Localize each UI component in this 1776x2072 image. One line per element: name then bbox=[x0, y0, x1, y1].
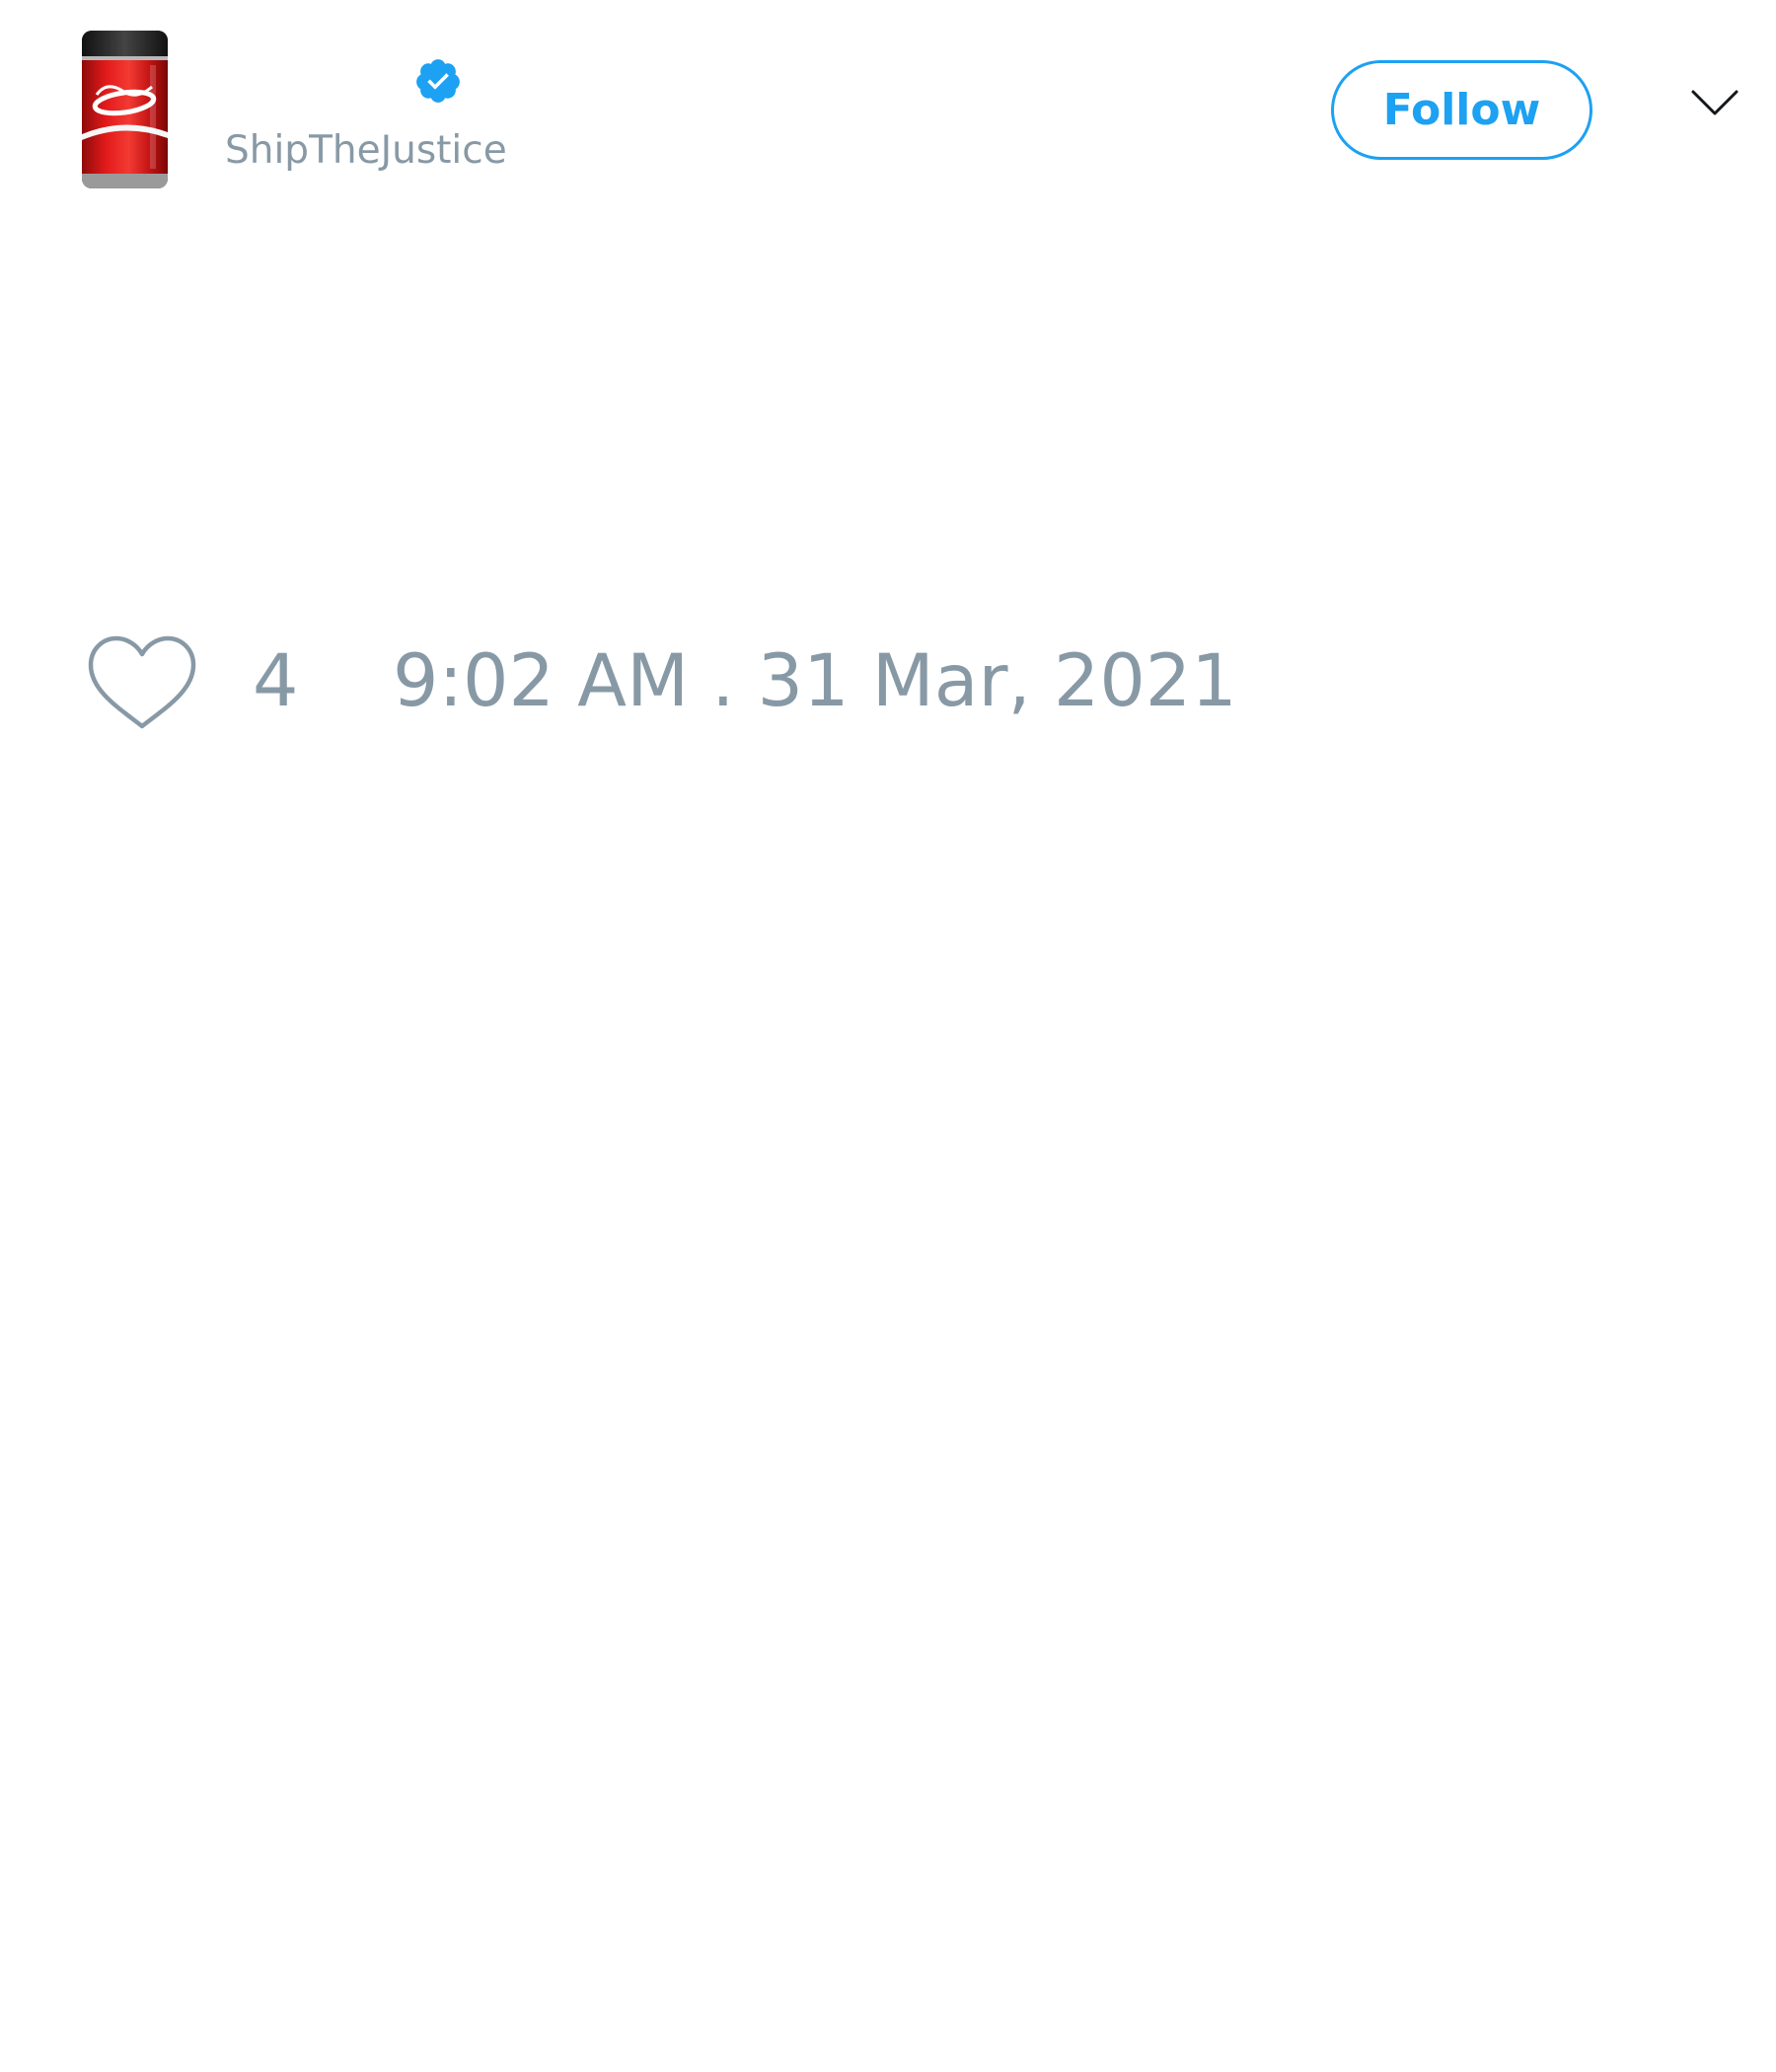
tweet-timestamp[interactable]: 9:02 AM . 31 Mar, 2021 bbox=[393, 637, 1237, 726]
like-count: 4 bbox=[253, 639, 299, 723]
verified-badge-icon bbox=[416, 59, 460, 103]
follow-button[interactable]: Follow bbox=[1331, 60, 1592, 160]
avatar[interactable] bbox=[39, 26, 209, 195]
user-handle[interactable]: ShipTheJustice bbox=[225, 125, 507, 177]
heart-outline-icon[interactable] bbox=[88, 635, 196, 730]
chevron-down-icon[interactable] bbox=[1690, 88, 1739, 117]
